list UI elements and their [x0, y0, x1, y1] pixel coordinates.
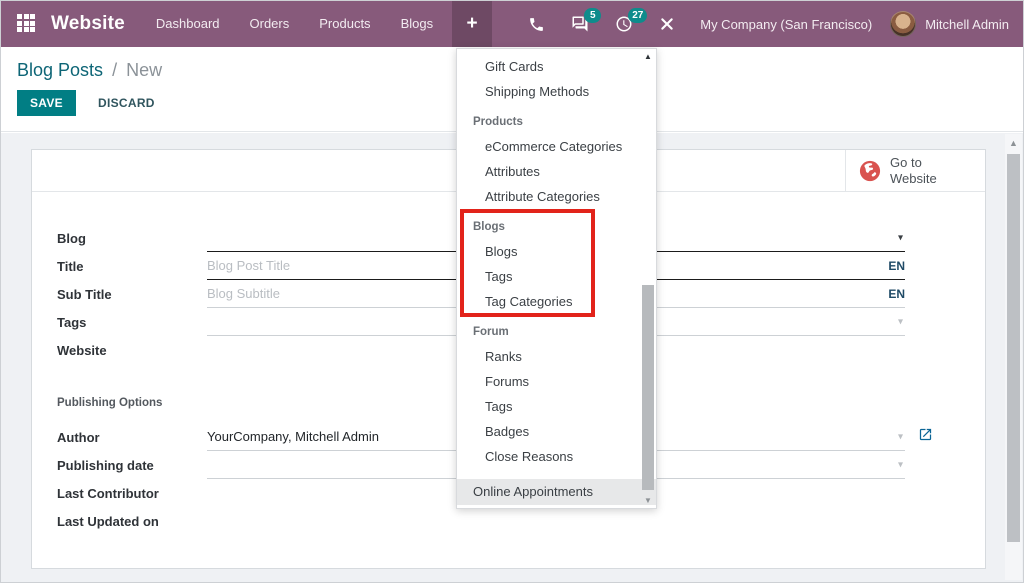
author-field-label: Author [57, 430, 207, 445]
wrench-icon [659, 16, 675, 32]
menu-item-close-reasons[interactable]: Close Reasons [457, 444, 656, 469]
breadcrumb-parent-link[interactable]: Blog Posts [17, 60, 103, 80]
website-field-label: Website [57, 343, 207, 358]
menu-section-products: Products [457, 110, 656, 134]
menu-item-ecommerce-categories[interactable]: eCommerce Categories [457, 134, 656, 159]
menu-item-forum-tags[interactable]: Tags [457, 394, 656, 419]
menu-item-shipping-methods[interactable]: Shipping Methods [457, 79, 656, 104]
last-updated-field [207, 507, 905, 535]
app-name[interactable]: Website [51, 13, 125, 35]
publishing-options-separator: Publishing Options [57, 397, 162, 409]
globe-icon [859, 160, 881, 182]
nav-item-dashboard[interactable]: Dashboard [141, 1, 235, 47]
chevron-down-icon[interactable]: ▾ [898, 232, 903, 243]
go-to-website-label: Go to Website [890, 155, 952, 186]
title-field-label: Title [57, 259, 207, 274]
menu-item-forums[interactable]: Forums [457, 369, 656, 394]
dropdown-scrollbar-thumb[interactable] [642, 285, 654, 490]
company-switcher[interactable]: My Company (San Francisco) [688, 17, 890, 32]
menu-section-blogs: Blogs [457, 215, 656, 239]
discard-button[interactable]: DISCARD [90, 90, 163, 116]
last-updated-field-label: Last Updated on [57, 514, 207, 529]
activities-count-badge: 27 [628, 8, 647, 23]
menu-item-ranks[interactable]: Ranks [457, 344, 656, 369]
menu-item-attribute-categories[interactable]: Attribute Categories [457, 184, 656, 209]
title-language-badge[interactable]: EN [888, 259, 905, 273]
systray: 5 27 My Company (San Francisco) Mitchell… [515, 1, 1023, 47]
page-scrollbar[interactable]: ▲ [1005, 134, 1022, 580]
breadcrumb-current: New [126, 60, 162, 80]
new-content-plus-button[interactable]: + [452, 1, 492, 47]
phone-icon [528, 16, 545, 33]
nav-item-products[interactable]: Products [304, 1, 385, 47]
top-navbar: Website Dashboard Orders Products Blogs … [1, 1, 1023, 47]
chevron-down-icon[interactable]: ▾ [898, 459, 903, 470]
scroll-down-arrow-icon[interactable]: ▼ [640, 496, 656, 505]
app-window: Website Dashboard Orders Products Blogs … [0, 0, 1024, 583]
tools-button[interactable] [646, 1, 688, 47]
phone-button[interactable] [515, 1, 558, 47]
menu-item-online-appointments[interactable]: Online Appointments [457, 479, 656, 505]
chevron-down-icon[interactable]: ▾ [898, 316, 903, 327]
external-link-icon[interactable] [918, 427, 933, 447]
new-content-dropdown-menu: Gift Cards Shipping Methods Products eCo… [456, 48, 657, 509]
tags-field-label: Tags [57, 315, 207, 330]
menu-item-blog-tags[interactable]: Tags [457, 264, 656, 289]
menu-item-badges[interactable]: Badges [457, 419, 656, 444]
publishing-date-field-label: Publishing date [57, 458, 207, 473]
save-button[interactable]: SAVE [17, 90, 76, 116]
menu-section-forum: Forum [457, 320, 656, 344]
dropdown-scrollbar[interactable]: ▲ ▼ [640, 49, 656, 508]
field-row-last-updated: Last Updated on [57, 507, 905, 535]
menu-item-attributes[interactable]: Attributes [457, 159, 656, 184]
messages-count-badge: 5 [584, 8, 601, 23]
chevron-down-icon[interactable]: ▾ [898, 431, 903, 442]
menu-item-blogs[interactable]: Blogs [457, 239, 656, 264]
messages-button[interactable]: 5 [558, 1, 602, 47]
nav-item-blogs[interactable]: Blogs [386, 1, 449, 47]
apps-grid-icon[interactable] [17, 14, 37, 34]
menu-item-tag-categories[interactable]: Tag Categories [457, 289, 656, 314]
last-contributor-field-label: Last Contributor [57, 486, 207, 501]
blog-field-label: Blog [57, 231, 207, 246]
scroll-up-arrow-icon[interactable]: ▲ [1005, 138, 1022, 148]
breadcrumb-separator: / [108, 60, 121, 80]
go-to-website-button[interactable]: Go to Website [845, 150, 985, 192]
page-scrollbar-thumb[interactable] [1007, 154, 1020, 542]
user-menu[interactable]: Mitchell Admin [925, 17, 1009, 32]
user-avatar[interactable] [890, 11, 916, 37]
subtitle-field-label: Sub Title [57, 287, 207, 302]
subtitle-language-badge[interactable]: EN [888, 287, 905, 301]
scroll-up-arrow-icon[interactable]: ▲ [640, 52, 656, 61]
activities-button[interactable]: 27 [602, 1, 646, 47]
menu-item-gift-cards[interactable]: Gift Cards [457, 54, 656, 79]
nav-item-orders[interactable]: Orders [235, 1, 305, 47]
